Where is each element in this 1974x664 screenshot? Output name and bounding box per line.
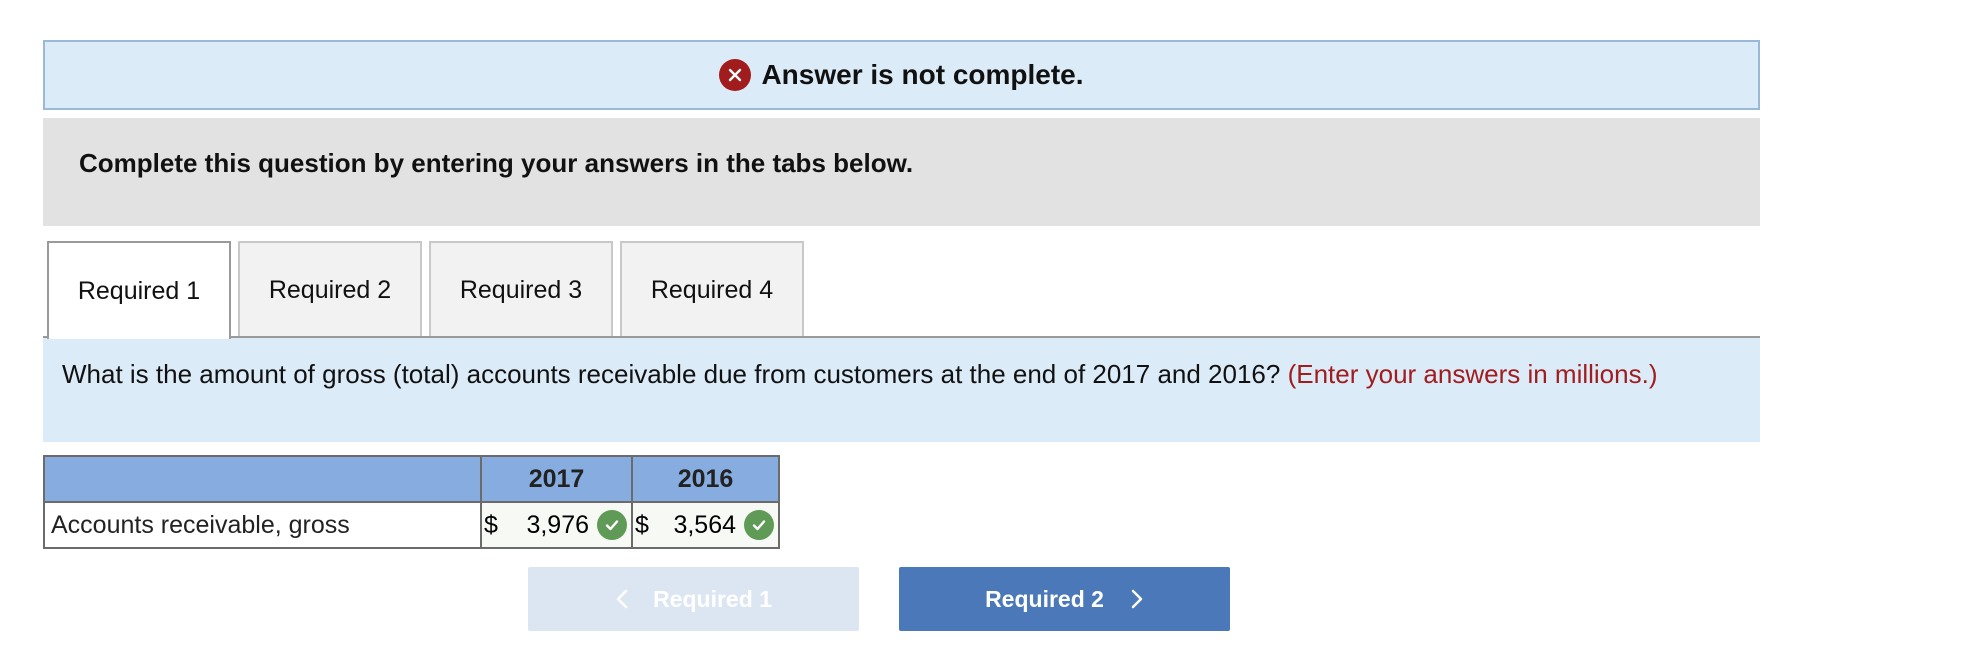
tab-label: Required 1: [77, 276, 201, 305]
x-circle-icon: [719, 59, 752, 91]
header-label-cell: [43, 455, 482, 503]
ar-2016-input[interactable]: $ 3,564: [631, 501, 780, 549]
question-hint: (Enter your answers in millions.): [1287, 359, 1658, 389]
question-text: What is the amount of gross (total) acco…: [62, 359, 1281, 389]
tab-required-2[interactable]: Required 2: [238, 241, 422, 337]
tab-label: Required 3: [459, 275, 583, 304]
ar-2017-input[interactable]: $ 3,976: [480, 501, 633, 549]
header-2016: 2016: [631, 455, 780, 503]
next-button-label: Required 2: [985, 585, 1104, 612]
tab-label: Required 2: [268, 275, 392, 304]
check-circle-icon: [744, 510, 774, 540]
prev-button[interactable]: Required 1: [528, 567, 859, 631]
instructions-panel: Complete this question by entering your …: [43, 118, 1760, 226]
check-circle-icon: [597, 510, 627, 540]
currency-symbol: $: [635, 510, 649, 539]
ar-2017-value: 3,976: [526, 510, 589, 539]
tab-label: Required 4: [650, 275, 774, 304]
instructions-text: Complete this question by entering your …: [79, 148, 914, 178]
tab-required-3[interactable]: Required 3: [429, 241, 613, 337]
chevron-right-icon: [1130, 588, 1144, 610]
table-row: Accounts receivable, gross $ 3,976 $ 3,5…: [43, 501, 780, 549]
next-button[interactable]: Required 2: [899, 567, 1230, 631]
row-label: Accounts receivable, gross: [43, 501, 482, 549]
table-header-row: 2017 2016: [43, 455, 780, 503]
currency-symbol: $: [484, 510, 498, 539]
ar-2016-value: 3,564: [673, 510, 736, 539]
answer-status-banner: Answer is not complete.: [43, 40, 1760, 110]
question-panel: What is the amount of gross (total) acco…: [43, 338, 1760, 442]
tab-required-4[interactable]: Required 4: [620, 241, 804, 337]
banner-text: Answer is not complete.: [761, 59, 1084, 90]
answer-table: 2017 2016 Accounts receivable, gross $ 3…: [43, 455, 780, 549]
chevron-left-icon: [615, 588, 629, 610]
prev-button-label: Required 1: [653, 585, 772, 612]
tab-required-1[interactable]: Required 1: [47, 241, 231, 339]
header-2017: 2017: [480, 455, 633, 503]
